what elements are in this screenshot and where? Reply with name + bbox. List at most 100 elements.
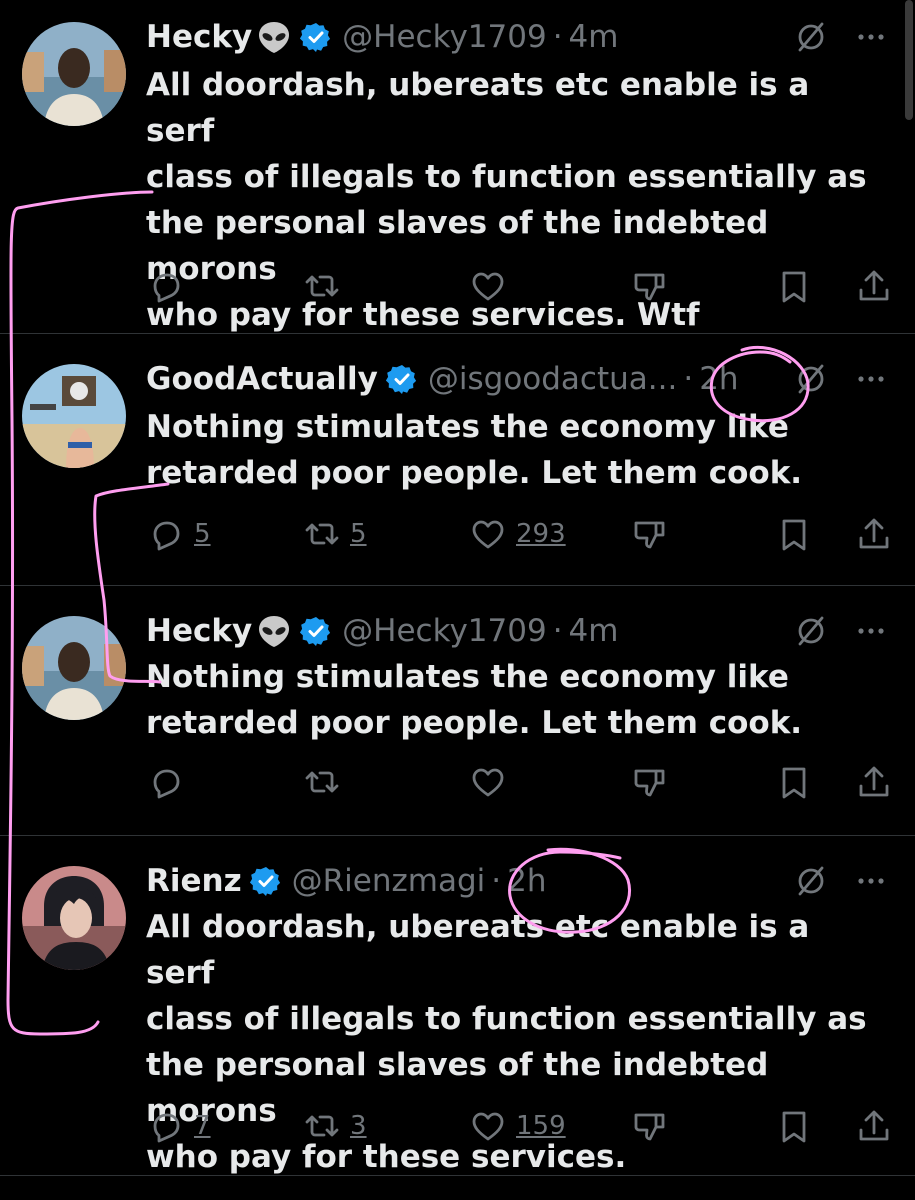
display-name[interactable]: GoodActually xyxy=(146,356,378,402)
timeline-feed: Hecky @Hecky1709 · 4m All doordash, uber… xyxy=(0,0,915,1200)
dislike-icon xyxy=(634,273,665,301)
tweet-1[interactable]: Hecky @Hecky1709 · 4m All doordash, uber… xyxy=(0,0,915,334)
user-handle[interactable]: @Hecky1709 xyxy=(342,14,547,60)
share-button[interactable] xyxy=(854,758,894,806)
avatar[interactable] xyxy=(22,364,126,468)
separator-dot: · xyxy=(683,361,694,397)
grok-icon[interactable] xyxy=(793,863,829,899)
retweet-icon xyxy=(305,275,339,297)
grok-icon[interactable] xyxy=(793,361,829,397)
grok-icon[interactable] xyxy=(793,613,829,649)
verified-badge-icon xyxy=(385,363,418,395)
more-icon[interactable] xyxy=(853,361,889,397)
timestamp[interactable]: 4m xyxy=(569,608,619,654)
bookmark-button[interactable] xyxy=(774,758,814,806)
tweet-header: Hecky @Hecky1709 · 4m xyxy=(146,14,875,60)
display-name[interactable]: Rienz xyxy=(146,858,242,904)
alien-emoji-icon xyxy=(256,613,292,649)
bookmark-icon xyxy=(782,1111,806,1143)
bookmark-button[interactable] xyxy=(774,510,814,558)
dislike-button[interactable] xyxy=(630,1102,670,1150)
timestamp[interactable]: 2h xyxy=(699,356,738,402)
separator-dot: · xyxy=(491,863,502,899)
tweet-2[interactable]: GoodActually @isgoodactua... · 2h Nothin… xyxy=(0,334,915,586)
share-icon xyxy=(859,1110,889,1141)
tweet-header: Hecky @Hecky1709 · 4m xyxy=(146,608,875,654)
avatar[interactable] xyxy=(22,22,126,126)
share-button[interactable] xyxy=(854,1102,894,1150)
reply-icon xyxy=(153,1113,180,1143)
retweet-count: 5 xyxy=(350,519,367,549)
share-icon xyxy=(859,518,889,549)
bookmark-icon xyxy=(782,767,806,799)
reply-icon xyxy=(153,521,180,551)
retweet-button[interactable] xyxy=(302,262,350,310)
reply-button[interactable] xyxy=(146,262,194,310)
reply-button[interactable]: 5 xyxy=(146,510,211,558)
display-name[interactable]: Hecky xyxy=(146,608,252,654)
heart-icon xyxy=(472,520,504,549)
dislike-button[interactable] xyxy=(630,510,670,558)
display-name[interactable]: Hecky xyxy=(146,14,252,60)
retweet-icon xyxy=(305,771,339,793)
like-button[interactable] xyxy=(468,758,516,806)
user-handle[interactable]: @Hecky1709 xyxy=(342,608,547,654)
like-button[interactable]: 293 xyxy=(468,510,566,558)
heart-icon xyxy=(472,1112,504,1141)
retweet-icon xyxy=(305,1115,339,1137)
like-button[interactable] xyxy=(468,262,516,310)
reply-icon xyxy=(153,273,180,303)
timestamp[interactable]: 2h xyxy=(507,858,546,904)
verified-badge-icon xyxy=(300,21,332,53)
action-bar xyxy=(146,262,896,310)
tweet-header: GoodActually @isgoodactua... · 2h xyxy=(146,356,875,402)
dislike-icon xyxy=(634,769,665,797)
retweet-button[interactable]: 5 xyxy=(302,510,367,558)
separator-dot: · xyxy=(552,19,563,55)
retweet-button[interactable]: 3 xyxy=(302,1102,367,1150)
verified-badge-icon xyxy=(300,615,332,647)
reply-button[interactable]: 7 xyxy=(146,1102,211,1150)
action-bar: 7 3 159 xyxy=(146,1102,896,1150)
verified-badge-icon xyxy=(249,865,282,897)
reply-count: 5 xyxy=(194,519,211,549)
reply-button[interactable] xyxy=(146,758,194,806)
heart-icon xyxy=(472,272,504,301)
like-count: 293 xyxy=(516,519,566,549)
retweet-icon xyxy=(305,523,339,545)
more-icon[interactable] xyxy=(853,613,889,649)
alien-emoji-icon xyxy=(256,19,292,55)
tweet-3[interactable]: Hecky @Hecky1709 · 4m Nothing stimulates… xyxy=(0,586,915,836)
bookmark-button[interactable] xyxy=(774,1102,814,1150)
grok-icon[interactable] xyxy=(793,19,829,55)
user-handle[interactable]: @Rienzmagi xyxy=(292,858,486,904)
retweet-button[interactable] xyxy=(302,758,350,806)
reply-count: 7 xyxy=(194,1111,211,1141)
dislike-button[interactable] xyxy=(630,262,670,310)
separator-dot: · xyxy=(552,613,563,649)
timestamp[interactable]: 4m xyxy=(569,14,619,60)
tweet-header: Rienz @Rienzmagi · 2h xyxy=(146,858,875,904)
avatar[interactable] xyxy=(22,866,126,970)
tweet-4[interactable]: Rienz @Rienzmagi · 2h All doordash, uber… xyxy=(0,836,915,1176)
more-icon[interactable] xyxy=(853,863,889,899)
tweet-text: Nothing stimulates the economy like reta… xyxy=(146,409,803,491)
dislike-icon xyxy=(634,521,665,549)
avatar[interactable] xyxy=(22,616,126,720)
retweet-count: 3 xyxy=(350,1111,367,1141)
dislike-button[interactable] xyxy=(630,758,670,806)
dislike-icon xyxy=(634,1113,665,1141)
more-icon[interactable] xyxy=(853,19,889,55)
action-bar: 5 5 293 xyxy=(146,510,896,558)
like-button[interactable]: 159 xyxy=(468,1102,566,1150)
scrollbar[interactable] xyxy=(905,0,913,120)
share-button[interactable] xyxy=(854,262,894,310)
share-button[interactable] xyxy=(854,510,894,558)
share-icon xyxy=(859,766,889,797)
user-handle[interactable]: @isgoodactua... xyxy=(428,356,677,402)
bookmark-icon xyxy=(782,519,806,551)
share-icon xyxy=(859,270,889,301)
bookmark-button[interactable] xyxy=(774,262,814,310)
heart-icon xyxy=(472,768,504,797)
like-count: 159 xyxy=(516,1111,566,1141)
